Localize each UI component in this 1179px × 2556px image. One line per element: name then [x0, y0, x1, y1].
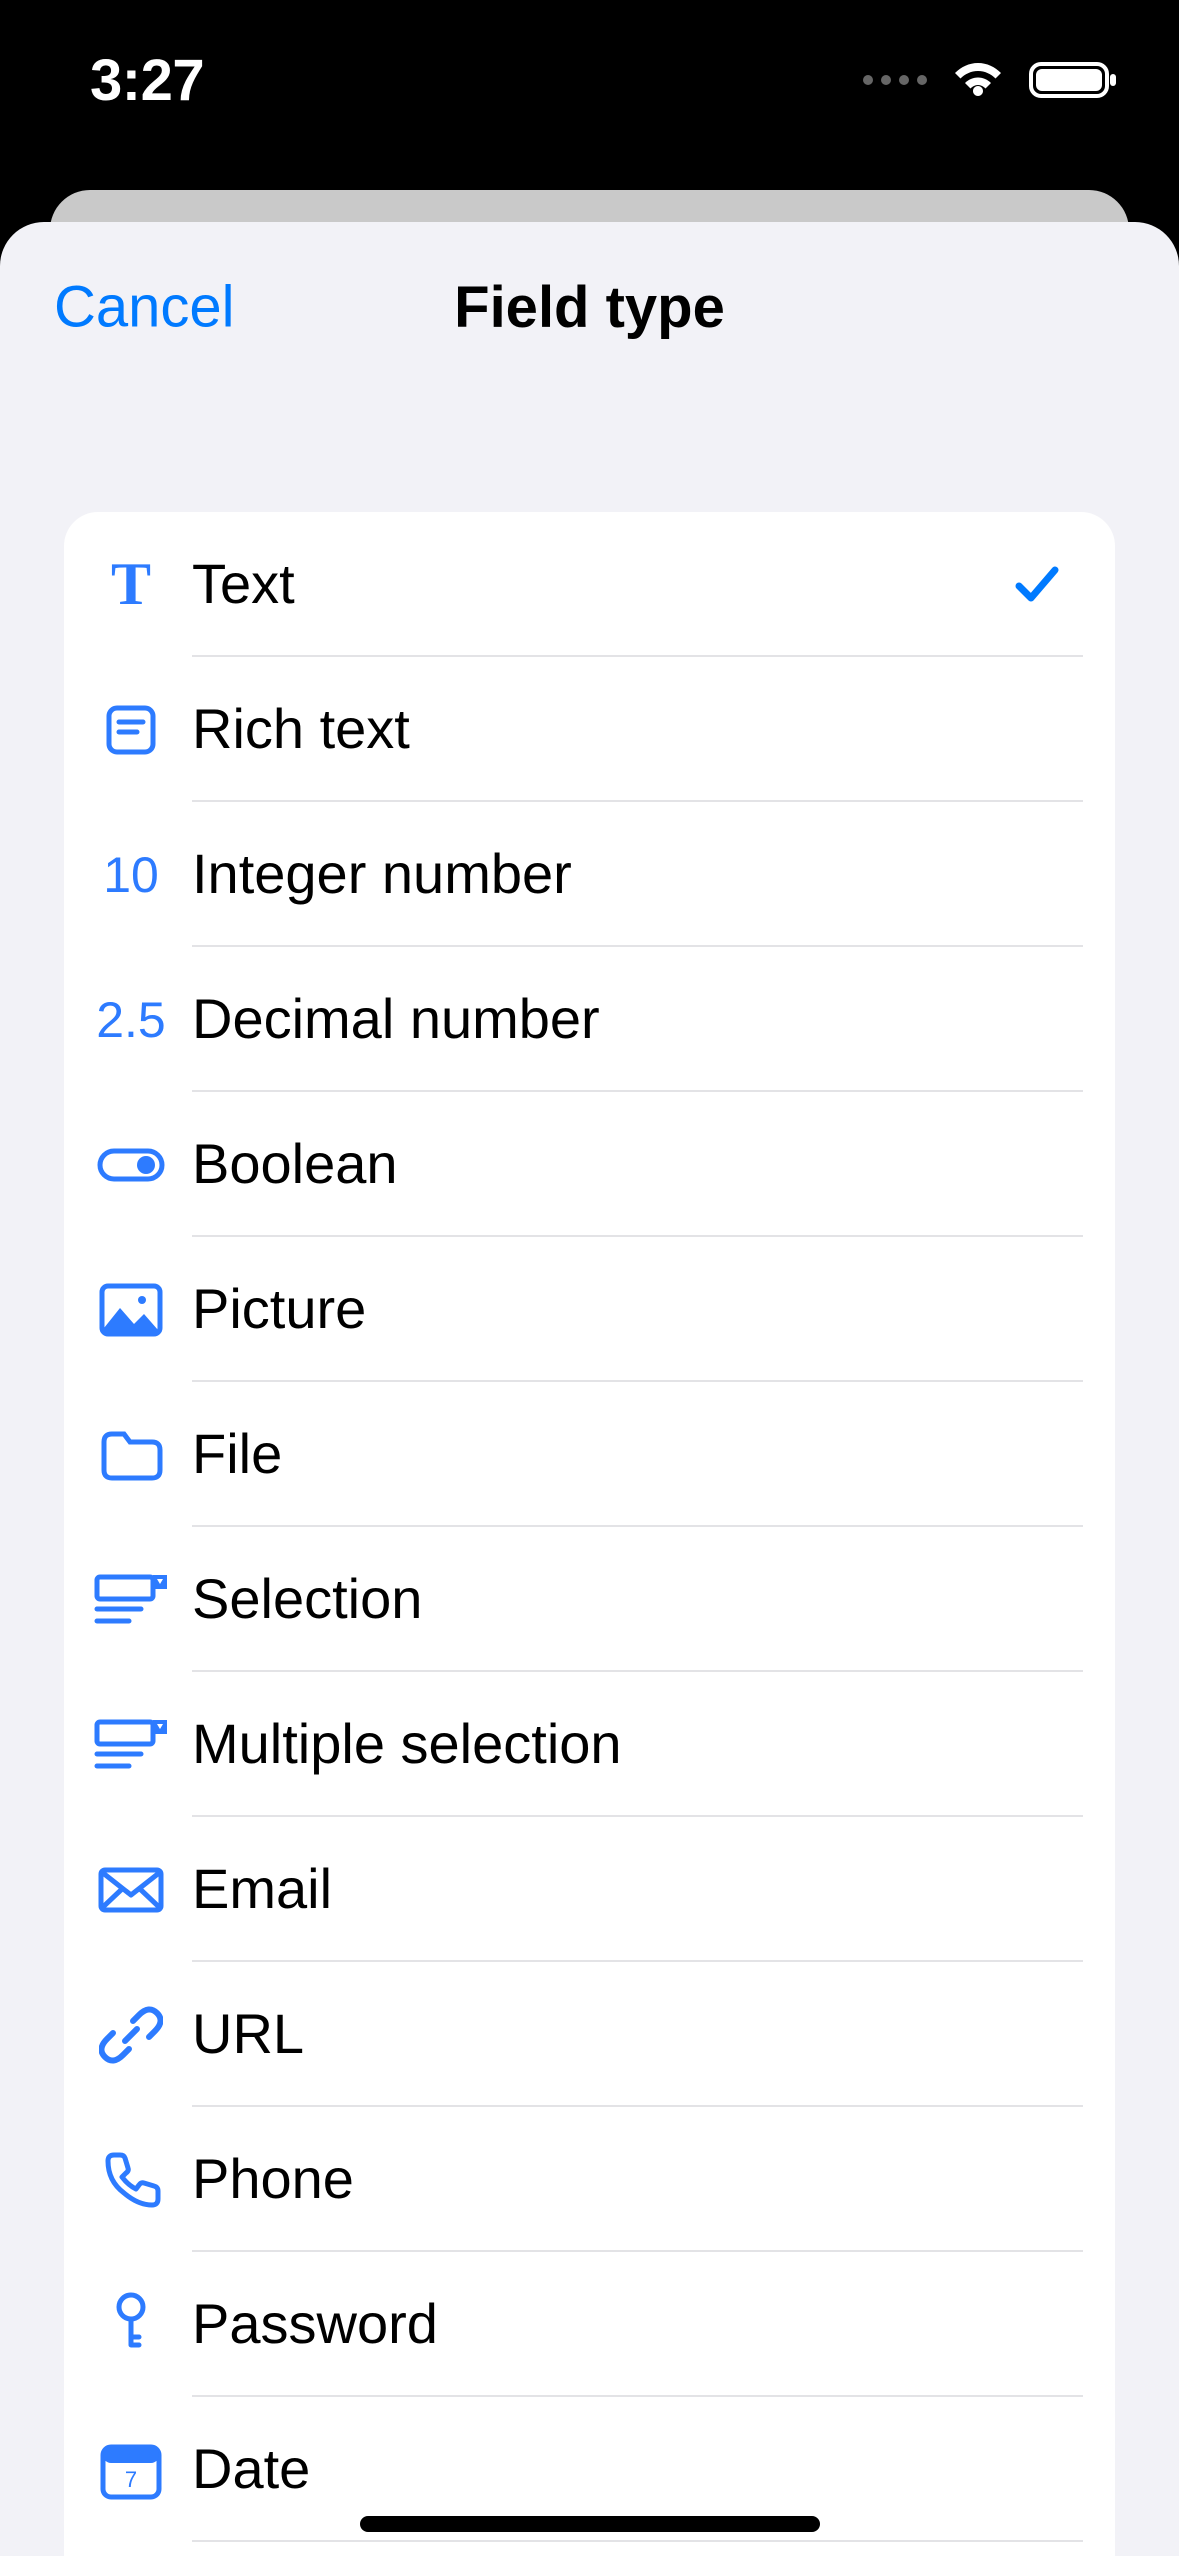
date-icon: 7: [98, 2439, 164, 2501]
cancel-button[interactable]: Cancel: [54, 274, 235, 341]
picture-icon: [98, 1282, 164, 1338]
option-multiselection[interactable]: Multiple selection: [64, 1672, 1115, 1817]
password-icon: [109, 2291, 153, 2359]
option-label: Boolean: [192, 1131, 1063, 1196]
option-password[interactable]: Password: [64, 2252, 1115, 2397]
option-label: Rich text: [192, 696, 1063, 761]
status-bar: 3:27: [0, 0, 1179, 160]
option-label: Date: [192, 2436, 1063, 2501]
wifi-icon: [949, 58, 1007, 102]
checkmark-icon: [1011, 558, 1063, 610]
text-icon: T: [111, 550, 151, 619]
option-datetime[interactable]: 7 Date and time: [64, 2542, 1115, 2556]
status-right: [863, 58, 1119, 102]
option-email[interactable]: Email: [64, 1817, 1115, 1962]
sheet-header: Cancel Field type: [0, 222, 1179, 392]
option-label: Selection: [192, 1566, 1063, 1631]
option-selection[interactable]: Selection: [64, 1527, 1115, 1672]
cellular-dots-icon: [863, 75, 927, 85]
sheet-title: Field type: [454, 274, 725, 341]
option-label: Integer number: [192, 841, 1063, 906]
option-label: URL: [192, 2001, 1063, 2066]
selection-icon: [93, 1573, 169, 1627]
field-type-list: T Text Rich text 10 Integer number 2.5 D…: [64, 512, 1115, 2556]
file-icon: [98, 1428, 164, 1482]
battery-icon: [1029, 58, 1119, 102]
option-boolean[interactable]: Boolean: [64, 1092, 1115, 1237]
option-label: File: [192, 1421, 1063, 1486]
option-richtext[interactable]: Rich text: [64, 657, 1115, 802]
richtext-icon: [101, 700, 161, 760]
phone-icon: [100, 2149, 162, 2211]
svg-text:7: 7: [125, 2467, 137, 2492]
option-decimal[interactable]: 2.5 Decimal number: [64, 947, 1115, 1092]
option-integer[interactable]: 10 Integer number: [64, 802, 1115, 947]
integer-icon: 10: [103, 846, 159, 904]
option-label: Text: [192, 551, 1011, 616]
option-text[interactable]: T Text: [64, 512, 1115, 657]
option-label: Multiple selection: [192, 1711, 1063, 1776]
multiselection-icon: [93, 1718, 169, 1772]
status-time: 3:27: [90, 47, 204, 114]
home-indicator: [360, 2516, 820, 2532]
option-picture[interactable]: Picture: [64, 1237, 1115, 1382]
option-label: Phone: [192, 2146, 1063, 2211]
option-phone[interactable]: Phone: [64, 2107, 1115, 2252]
option-file[interactable]: File: [64, 1382, 1115, 1527]
email-icon: [96, 1865, 166, 1915]
modal-sheet: Cancel Field type T Text Rich text 10 In…: [0, 222, 1179, 2556]
boolean-icon: [96, 1145, 166, 1185]
option-label: Password: [192, 2291, 1063, 2356]
url-icon: [99, 2003, 163, 2067]
decimal-icon: 2.5: [96, 991, 166, 1049]
option-url[interactable]: URL: [64, 1962, 1115, 2107]
option-label: Decimal number: [192, 986, 1063, 1051]
option-label: Picture: [192, 1276, 1063, 1341]
option-label: Email: [192, 1856, 1063, 1921]
